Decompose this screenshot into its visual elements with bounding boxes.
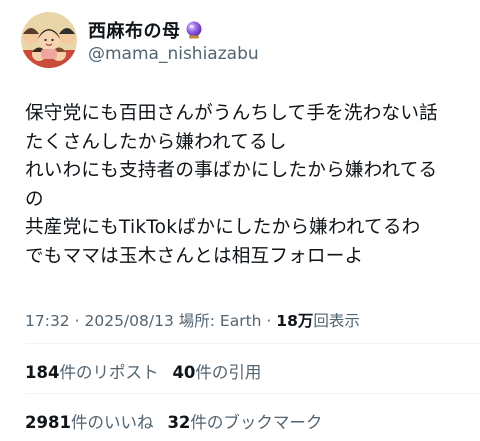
bookmarks-count: 32 — [167, 413, 191, 432]
likes-label: 件のいいね — [70, 413, 154, 432]
meta-separator: · — [266, 312, 272, 330]
crystal-ball-icon — [184, 20, 204, 40]
reposts-label: 件のリポスト — [59, 363, 159, 382]
quotes-label: 件の引用 — [195, 363, 262, 382]
tweet-text: 保守党にも百田さんがうんちして手を洗わない話 たくさんしたから嫌われてるし れい… — [25, 100, 477, 272]
tweet-header: 西麻布の母 @mama_nishiazabu — [21, 12, 461, 68]
likes-count: 2981 — [25, 413, 71, 432]
tweet-text-line: 共産党にもTikTokばかにしたから嫌われてるわ — [25, 217, 421, 239]
quotes-stat[interactable]: 40件の引用 — [172, 359, 261, 383]
tweet-location: 場所: Earth — [178, 312, 262, 330]
stats-row-reposts: 184件のリポスト 40件の引用 — [25, 359, 261, 383]
views-label: 回表示 — [313, 312, 360, 330]
stats-row-likes: 2981件のいいね 32件のブックマーク — [25, 409, 322, 433]
meta-separator: · — [74, 312, 80, 330]
tweet-text-line: たくさんしたから嫌われてるし — [25, 131, 287, 153]
bookmarks-stat[interactable]: 32件のブックマーク — [167, 409, 322, 433]
name-row: 西麻布の母 — [88, 17, 204, 43]
tweet-text-line: の — [25, 188, 44, 210]
quotes-count: 40 — [172, 363, 196, 382]
likes-stat[interactable]: 2981件のいいね — [25, 409, 153, 433]
tweet-text-line: 保守党にも百田さんがうんちして手を洗わない話 — [25, 103, 438, 124]
tweet-time[interactable]: 17:32 — [25, 312, 70, 330]
tweet-date[interactable]: 2025/08/13 — [84, 312, 173, 330]
tweet-meta: 17:32 · 2025/08/13 場所: Earth · 18万回表示 — [25, 309, 360, 331]
views-count: 18万 — [276, 312, 314, 330]
user-handle[interactable]: @mama_nishiazabu — [88, 44, 259, 64]
divider — [25, 393, 480, 394]
reposts-stat[interactable]: 184件のリポスト — [25, 359, 158, 383]
display-name[interactable]: 西麻布の母 — [88, 17, 181, 43]
reposts-count: 184 — [25, 363, 60, 382]
tweet-text-line: れいわにも支持者の事ばかにしたから嫌われてる — [25, 160, 438, 182]
tweet-text-line: でもママは玉木さんとは相互フォローよ — [25, 245, 364, 267]
divider — [25, 343, 480, 344]
bookmarks-label: 件のブックマーク — [190, 413, 323, 432]
tweet-detail: 西麻布の母 @mama_nishiazabu 保守党にも百田さんがうんちして手を… — [0, 0, 480, 441]
avatar[interactable] — [21, 12, 77, 68]
family-illustration-avatar-icon — [21, 12, 77, 68]
